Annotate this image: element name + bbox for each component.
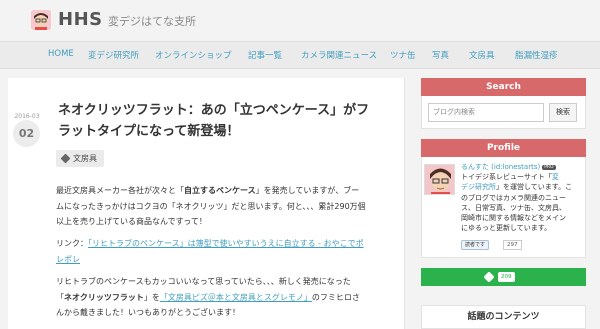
feedly-count: 209	[498, 272, 515, 282]
bold-text: 自立するペンケース	[184, 186, 256, 195]
profile-line: 岡崎市に関する情報などをメイン	[461, 214, 566, 223]
popular-widget-title: 話題のコンテンツ	[421, 305, 586, 329]
profile-widget-title: Profile	[421, 139, 586, 157]
text-run: 」を	[143, 292, 160, 302]
paragraph-line: 「ネオクリッツフラット」を「文房具ピズ＠本と文房具とスグレモノ」のフミヒロさ	[56, 290, 360, 306]
profile-line: にゆるっと更新しています。	[461, 224, 552, 233]
text-run: 最近文房具メーカー各社が次々と「	[56, 186, 184, 195]
follower-count: 297	[503, 240, 522, 250]
paragraph-line: リヒトラブのペンケースもカッコいいなって思っていたら、、、新しく発売になった	[56, 277, 351, 286]
profile-name-text[interactable]: るんすた (id:lonestarts)	[461, 163, 540, 171]
nav-item-photo[interactable]: 写真	[432, 49, 449, 61]
nav-item-home[interactable]: HOME	[48, 49, 74, 59]
nav-item-eczema[interactable]: 脂漏性湿疹	[515, 49, 558, 61]
paragraph-line: リンク：「リヒトラブのペンケース」は簿型で使いやすいうえに自立する - おやこで…	[56, 236, 364, 252]
post-date-month: 2016-03	[14, 113, 40, 120]
blog-link[interactable]: 「文房具ピズ＠本と文房具とスグレモノ」	[160, 293, 312, 302]
profile-line: デジ研究所」を運営しています。こ	[461, 182, 583, 192]
article-paragraph: 最近文房具メーカー各社が次々と「自立するペンケース」を発売していますが、ブー ム…	[56, 183, 366, 230]
text-run: 「	[56, 292, 64, 302]
profile-description: トイデジ系レビューサイト「変 デジ研究所」を運営しています。こ のブログではカメ…	[461, 172, 583, 234]
nav-item-articles[interactable]: 記事一覧	[248, 49, 282, 61]
title-line[interactable]: ネオクリッツフラット：あの「立つペンケース」がフ	[58, 100, 388, 121]
paragraph-line: 以上を売り上げている商品なんですって！	[56, 217, 207, 226]
link-paragraph: リンク：「リヒトラブのペンケース」は簿型で使いやすいうえに自立する - おやこで…	[56, 236, 364, 267]
tag-icon	[60, 153, 71, 164]
lab-link[interactable]: 変	[552, 173, 559, 181]
related-link-cont[interactable]: レポレ	[56, 255, 80, 264]
profile-line: ス、日常写真、ツナ缶、文房具、	[461, 203, 566, 212]
paragraph-line: んから戴きました！いつもありがとうございます！	[56, 308, 240, 317]
follow-button[interactable]: 読者です	[461, 240, 490, 250]
site-tagline: 変デジはてな支所	[108, 15, 196, 28]
title-line[interactable]: ラットタイプになって新登場！	[58, 121, 388, 142]
site-name[interactable]: HHS	[58, 9, 103, 30]
article-paragraph: リヒトラブのペンケースもカッコいいなって思っていたら、、、新しく発売になった 「…	[56, 274, 360, 321]
profile-name[interactable]: るんすた (id:lonestarts) PRO	[461, 162, 556, 172]
paragraph-line: 最近文房具メーカー各社が次々と「自立するペンケース」を発売していますが、ブー	[56, 183, 366, 199]
site-header: HHS 変デジはてな支所	[0, 0, 600, 41]
search-input[interactable]: ブログ内検索	[428, 103, 544, 122]
pro-badge: PRO	[542, 165, 556, 170]
category-tag[interactable]: 文房具	[56, 150, 104, 167]
paragraph-line: ムになったきっかけはコクヨの「ネオクリッツ」だと思います。何と、、、累計290万…	[56, 201, 366, 211]
lab-link-cont[interactable]: デジ研究所	[461, 183, 496, 191]
text-run: 」を発売していますが、ブー	[255, 186, 360, 195]
category-tag-label: 文房具	[73, 154, 97, 163]
nav-item-shop[interactable]: オンラインショップ	[155, 49, 232, 61]
main-nav: HOME 変デジ研究所 オンラインショップ 記事一覧 カメラ関連ニュース ツナ缶…	[0, 41, 600, 69]
logo-icon[interactable]	[31, 10, 51, 30]
nav-item-stationery[interactable]: 文房具	[469, 49, 495, 61]
related-link[interactable]: 「リヒトラブのペンケース」は簿型で使いやすいうえに自立する - おやこでポ	[88, 239, 364, 248]
search-widget-title: Search	[421, 78, 586, 96]
paragraph-line: レポレ	[56, 252, 364, 268]
post-date-day: 02	[13, 120, 40, 147]
nav-item-tuna[interactable]: ツナ缶	[390, 49, 416, 61]
nav-item-lab[interactable]: 変デジ研究所	[88, 49, 139, 61]
search-button[interactable]: 検索	[549, 103, 577, 122]
text-run: 」を運営しています。こ	[496, 183, 573, 192]
profile-line: トイデジ系レビューサイト「変	[461, 172, 583, 182]
article-title[interactable]: ネオクリッツフラット：あの「立つペンケース」がフ ラットタイプになって新登場！	[58, 100, 388, 142]
profile-line: のブログではカメラ関連のニュー	[461, 193, 566, 202]
link-prefix: リンク：	[56, 239, 88, 248]
avatar[interactable]	[424, 164, 455, 195]
bold-text: ネオクリッツフラット	[64, 292, 144, 302]
text-run: トイデジ系レビューサイト「	[461, 173, 552, 181]
nav-item-camera-news[interactable]: カメラ関連ニュース	[301, 49, 377, 61]
text-run: のフミヒロさ	[311, 292, 360, 302]
